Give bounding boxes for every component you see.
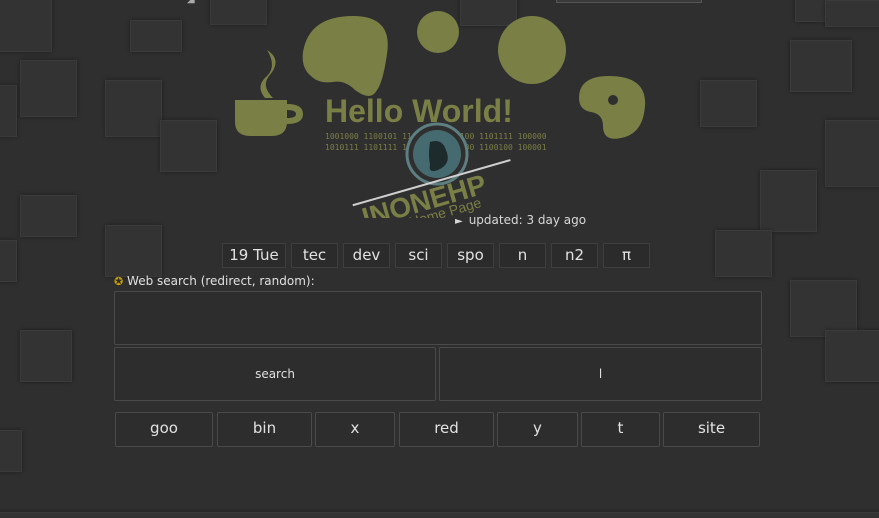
page: ◢ Hello World! 1001000 1100101 1101100 1… <box>0 0 879 518</box>
engine-buttons: goo bin x red y t site <box>114 412 762 448</box>
updated-status[interactable]: ► updated: 3 day ago <box>455 213 586 227</box>
top-mark: ◢ <box>187 0 195 5</box>
star-icon: ✪ <box>114 275 124 288</box>
tab-dev[interactable]: dev <box>343 243 390 268</box>
engine-t-button[interactable]: t <box>581 412 660 447</box>
engine-x-button[interactable]: x <box>315 412 395 447</box>
updated-text: updated: 3 day ago <box>468 213 587 227</box>
top-panel-edge <box>556 0 702 3</box>
section-tabs: 19 Tue tec dev sci spo n n2 π <box>222 243 650 270</box>
tab-n[interactable]: n <box>499 243 546 268</box>
site-logo[interactable]: Hello World! 1001000 1100101 1101100 110… <box>225 8 655 218</box>
search-label-text: Web search (redirect, random): <box>127 274 315 288</box>
engine-y-button[interactable]: y <box>497 412 578 447</box>
search-button[interactable]: search <box>114 347 436 401</box>
search-input[interactable] <box>114 291 762 345</box>
engine-bin-button[interactable]: bin <box>217 412 312 447</box>
secondary-search-button[interactable]: l <box>439 347 762 401</box>
tab-sci[interactable]: sci <box>395 243 442 268</box>
tab-pi[interactable]: π <box>603 243 650 268</box>
engine-red-button[interactable]: red <box>399 412 494 447</box>
headline-text: Hello World! <box>325 93 513 129</box>
expand-arrow-icon: ► <box>455 216 463 227</box>
tab-date[interactable]: 19 Tue <box>222 243 286 268</box>
engine-site-button[interactable]: site <box>663 412 760 447</box>
engine-goo-button[interactable]: goo <box>115 412 213 447</box>
search-label: ✪ Web search (redirect, random): <box>114 274 315 288</box>
tab-tec[interactable]: tec <box>291 243 338 268</box>
tab-spo[interactable]: spo <box>447 243 494 268</box>
tab-n2[interactable]: n2 <box>551 243 598 268</box>
